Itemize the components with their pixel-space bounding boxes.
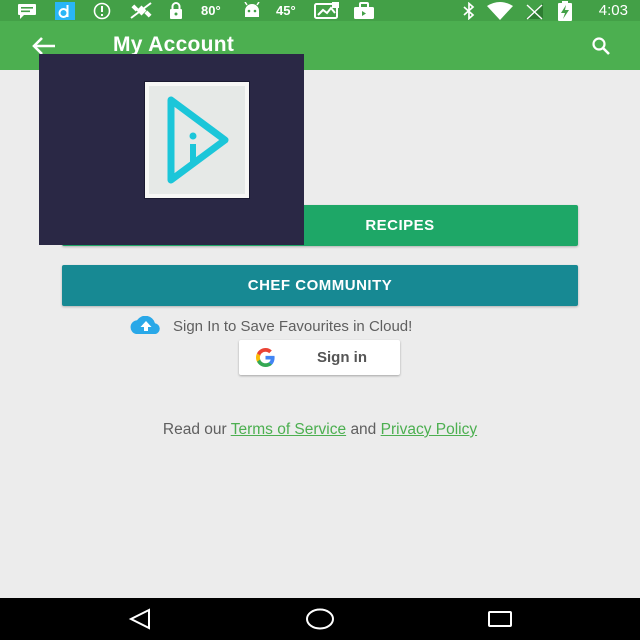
lock-icon (166, 0, 186, 21)
info-icon (92, 0, 112, 21)
google-g-icon (256, 348, 275, 367)
photo-icon (313, 0, 341, 21)
temperature-1: 80° (201, 3, 221, 18)
arrow-left-icon (32, 37, 55, 55)
wifi-icon (485, 0, 515, 21)
nav-recents-button[interactable] (484, 606, 516, 632)
d-app-icon (54, 0, 76, 21)
message-icon (15, 0, 39, 21)
terms-conjunction: and (350, 421, 377, 438)
system-nav-bar (0, 598, 640, 640)
search-button[interactable] (588, 33, 614, 59)
nav-home-icon (306, 608, 334, 630)
nav-back-icon (128, 608, 150, 630)
google-sign-in-label: Sign in (317, 349, 367, 366)
cloud-save-info: Sign In to Save Favourites in Cloud! (127, 316, 412, 336)
temperature-2: 45° (276, 3, 296, 18)
recipes-button-label: RECIPES (365, 217, 435, 234)
terms-of-service-link[interactable]: Terms of Service (231, 421, 346, 438)
privacy-policy-link[interactable]: Privacy Policy (381, 421, 477, 438)
cloud-save-text: Sign In to Save Favourites in Cloud! (173, 317, 413, 335)
nav-back-button[interactable] (124, 606, 156, 632)
terms-line: Read our Terms of Service and Privacy Po… (0, 421, 640, 439)
briefcase-icon (352, 0, 376, 21)
app-logo-overlay (39, 54, 304, 245)
no-satellite-icon (128, 0, 154, 21)
battery-charging-icon (556, 0, 574, 21)
no-signal-icon (522, 0, 546, 21)
cloud-upload-icon (130, 316, 160, 334)
chef-community-button-label: CHEF COMMUNITY (247, 277, 393, 294)
chef-community-button[interactable]: CHEF COMMUNITY (62, 265, 578, 306)
nav-recents-icon (488, 611, 512, 627)
google-sign-in-button[interactable]: Sign in (239, 340, 400, 375)
android-icon (241, 0, 263, 21)
nav-home-button[interactable] (304, 606, 336, 632)
app-logo (145, 82, 249, 198)
terms-prefix: Read our (162, 421, 227, 438)
search-icon (592, 37, 610, 55)
bluetooth-icon (461, 0, 477, 21)
status-bar: 80° 45° 4:03 (0, 0, 640, 21)
clock-time: 4:03 (598, 2, 628, 19)
play-logo-icon (167, 96, 229, 184)
